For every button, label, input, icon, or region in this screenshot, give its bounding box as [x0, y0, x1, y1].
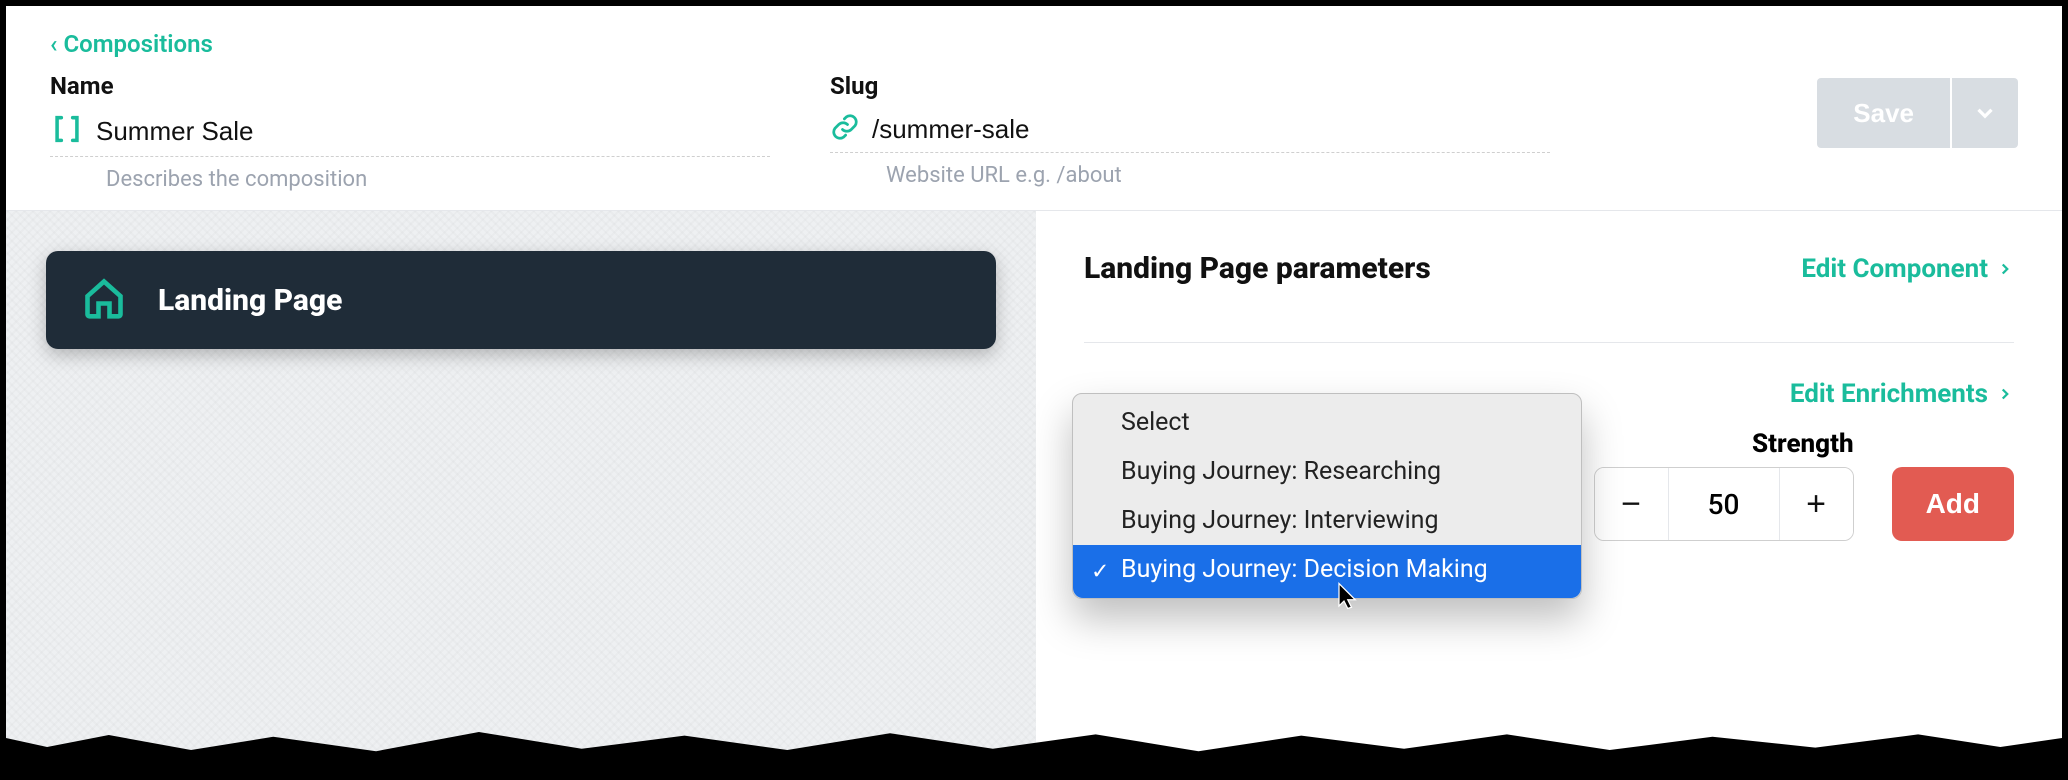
breadcrumb-label: Compositions: [63, 30, 212, 58]
strength-increment-button[interactable]: +: [1779, 468, 1853, 540]
name-label: Name: [50, 72, 770, 100]
edit-component-label: Edit Component: [1801, 254, 1988, 284]
edit-component-link[interactable]: Edit Component: [1801, 254, 2014, 284]
strength-group: Strength − 50 +: [1594, 429, 1854, 541]
slug-help: Website URL e.g. /about: [886, 163, 1550, 188]
edit-enrichments-label: Edit Enrichments: [1790, 379, 1988, 409]
name-help: Describes the composition: [106, 167, 770, 192]
save-button[interactable]: Save: [1817, 78, 1950, 148]
chevron-right-icon: [1996, 260, 2014, 278]
save-dropdown-button[interactable]: [1952, 78, 2018, 148]
dropdown-option-interviewing[interactable]: Buying Journey: Interviewing: [1073, 496, 1581, 545]
dropdown-option-researching[interactable]: Buying Journey: Researching: [1073, 447, 1581, 496]
save-button-group: Save: [1817, 78, 2018, 148]
chevron-down-icon: [1972, 100, 1998, 126]
card-title: Landing Page: [158, 283, 342, 318]
edit-enrichments-link[interactable]: Edit Enrichments: [1790, 379, 2014, 409]
link-icon: [830, 112, 860, 146]
slug-field-group: Slug Website URL e.g. /about: [830, 72, 1550, 188]
composition-tree-pane: Landing Page: [6, 211, 1036, 771]
slug-input[interactable]: [872, 114, 1550, 145]
slug-label: Slug: [830, 72, 1550, 100]
dropdown-option-select[interactable]: Select: [1073, 394, 1581, 447]
divider: [1084, 342, 2014, 343]
name-field-group: Name Describes the composition: [50, 72, 770, 192]
chevron-left-icon: ‹: [50, 32, 57, 56]
strength-decrement-button[interactable]: −: [1595, 468, 1669, 540]
enrichment-dropdown: Select Buying Journey: Researching Buyin…: [1072, 393, 1582, 599]
panel-title: Landing Page parameters: [1084, 251, 1431, 286]
strength-stepper: − 50 +: [1594, 467, 1854, 541]
header: ‹ Compositions Name Describes the compos…: [6, 6, 2062, 211]
parameters-pane: Landing Page parameters Edit Component E…: [1036, 211, 2062, 771]
landing-page-card[interactable]: Landing Page: [46, 251, 996, 349]
add-button[interactable]: Add: [1892, 467, 2014, 541]
chevron-right-icon: [1996, 385, 2014, 403]
strength-value: 50: [1669, 488, 1779, 521]
breadcrumb-compositions[interactable]: ‹ Compositions: [50, 30, 213, 58]
name-input[interactable]: [96, 116, 770, 147]
home-icon: [82, 276, 126, 324]
dropdown-option-decision-making[interactable]: Buying Journey: Decision Making: [1073, 545, 1581, 598]
composition-icon: [50, 112, 84, 150]
strength-label: Strength: [1594, 429, 1854, 459]
